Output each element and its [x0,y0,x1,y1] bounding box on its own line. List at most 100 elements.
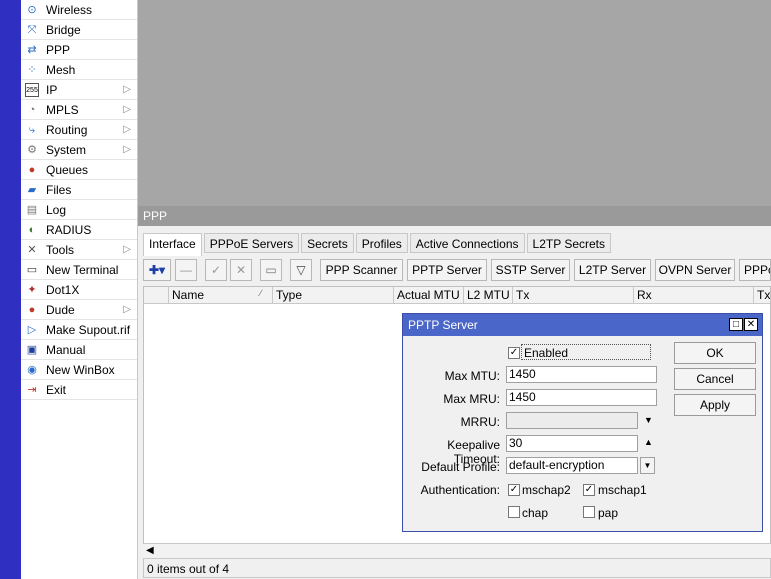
mrru-input[interactable] [506,412,638,429]
ppp-scanner-button[interactable]: PPP Scanner [320,259,403,281]
apply-button[interactable]: Apply [674,394,756,416]
tab-active-connections[interactable]: Active Connections [409,233,525,253]
menu-item-label: Wireless [46,3,93,17]
horizontal-scrollbar[interactable]: ◀ [143,543,771,558]
pap-label: pap [598,506,619,520]
tools-icon: ✕ [27,244,37,256]
menu-item-make-supout[interactable]: ▷ Make Supout.rif [21,320,137,340]
manual-icon: ▣ [26,344,38,356]
plus-icon: ✚▾ [148,263,166,277]
close-icon[interactable]: ✕ [744,318,758,331]
tab-secrets[interactable]: Secrets [301,233,354,253]
menu-item-manual[interactable]: ▣ Manual [21,340,137,360]
disable-button[interactable]: ✕ [230,259,252,281]
menu-item-label: Dude [46,303,75,317]
menu-item-new-winbox[interactable]: ◉ New WinBox [21,360,137,380]
files-icon: ▰ [27,184,37,196]
menu-item-label: New WinBox [46,363,115,377]
cancel-button[interactable]: Cancel [674,368,756,390]
scroll-left-arrow-icon[interactable]: ◀ [146,544,154,558]
mschap2-checkbox[interactable]: ✓ [508,484,520,496]
column-l2-mtu[interactable]: L2 MTU [463,287,512,303]
menu-item-label: Dot1X [46,283,80,297]
menu-item-routing[interactable]: ⤷ Routing ▷ [21,120,137,140]
menu-item-system[interactable]: ⚙ System ▷ [21,140,137,160]
menu-item-log[interactable]: ▤ Log [21,200,137,220]
tab-pppoe-servers[interactable]: PPPoE Servers [203,233,300,253]
sstp-server-button[interactable]: SSTP Server [491,259,570,281]
ok-button[interactable]: OK [674,342,756,364]
dialog-titlebar[interactable]: PPTP Server □ ✕ [403,314,762,336]
menu-item-dot1x[interactable]: ✦ Dot1X [21,280,137,300]
menu-item-label: Routing [46,123,88,137]
x-icon: ✕ [235,263,247,277]
mschap1-checkbox[interactable]: ✓ [583,484,595,496]
comment-button[interactable]: ▭ [260,259,282,281]
column-actual-mtu[interactable]: Actual MTU [393,287,463,303]
dude-icon: ● [28,304,36,316]
menu-item-dude[interactable]: ● Dude ▷ [21,300,137,320]
main-menu: ⊙ Wireless ⤧ Bridge ⇄ PPP ⁘ Mesh 255 IP ▷ ◔ MPL… [21,0,138,579]
menu-item-files[interactable]: ▰ Files [21,180,137,200]
menu-item-ip[interactable]: 255 IP ▷ [21,80,137,100]
menu-item-mpls[interactable]: ◔ MPLS ▷ [21,100,137,120]
menu-item-wireless[interactable]: ⊙ Wireless [21,0,137,20]
pptp-server-button[interactable]: PPTP Server [407,259,487,281]
enable-button[interactable]: ✓ [205,259,227,281]
ovpn-server-button[interactable]: OVPN Server [655,259,735,281]
l2tp-server-button[interactable]: L2TP Server [574,259,651,281]
menu-item-mesh[interactable]: ⁘ Mesh [21,60,137,80]
menu-item-tools[interactable]: ✕ Tools ▷ [21,240,137,260]
max-mtu-input[interactable]: 1450 [506,366,657,383]
menu-item-queues[interactable]: ● Queues [21,160,137,180]
menu-item-new-terminal[interactable]: ▭ New Terminal [21,260,137,280]
max-mru-label: Max MRU: [443,392,500,406]
pppoe-scan-button[interactable]: PPPoE Scan [739,259,771,281]
max-mru-input[interactable]: 1450 [506,389,657,406]
default-profile-select[interactable]: default-encryption [506,457,638,474]
mesh-icon: ⁘ [27,64,37,76]
profile-dropdown-icon[interactable]: ▼ [640,457,655,474]
winbox-side-strip [0,0,21,579]
menu-item-label: Make Supout.rif [46,323,131,337]
menu-item-label: Manual [46,343,86,357]
authentication-label: Authentication: [420,483,500,497]
sort-indicator-icon: ∕ [260,288,262,298]
log-icon: ▤ [26,204,38,216]
menu-item-radius[interactable]: ◐ RADIUS [21,220,137,240]
ppp-window-title[interactable]: PPP [138,206,771,226]
ip-icon: 255 [25,83,39,97]
tab-interface[interactable]: Interface [143,233,202,256]
column-rx[interactable]: Rx [633,287,753,303]
pap-checkbox[interactable] [583,506,595,518]
keepalive-timeout-input[interactable]: 30 [506,435,638,452]
mschap1-label: mschap1 [598,483,647,497]
maximize-icon[interactable]: □ [729,318,743,331]
menu-item-label: Queues [46,163,89,177]
chap-label: chap [522,506,549,520]
filter-button[interactable]: ▽ [290,259,312,281]
menu-item-label: Exit [46,383,67,397]
column-type[interactable]: Type [272,287,393,303]
chap-checkbox[interactable] [508,506,520,518]
tab-profiles[interactable]: Profiles [355,233,408,253]
terminal-icon: ▭ [26,264,38,276]
menu-item-exit[interactable]: ⇥ Exit [21,380,137,400]
exit-icon: ⇥ [27,384,37,396]
menu-item-bridge[interactable]: ⤧ Bridge [21,20,137,40]
submenu-arrow-icon: ▷ [123,124,131,135]
menu-item-ppp[interactable]: ⇄ PPP [21,40,137,60]
add-button[interactable]: ✚▾ [143,259,171,281]
menu-item-label: Log [46,203,67,217]
submenu-arrow-icon: ▷ [123,304,131,315]
ppp-icon: ⇄ [27,44,37,56]
remove-button[interactable]: — [175,259,197,281]
enabled-checkbox[interactable]: ✓ [508,347,520,359]
column-tx[interactable]: Tx [512,287,633,303]
column-name[interactable]: Name [168,287,272,303]
column-tx-packets[interactable]: Tx P [753,287,770,303]
winbox-icon: ◉ [27,364,37,376]
tab-l2tp-secrets[interactable]: L2TP Secrets [526,233,611,253]
keepalive-collapse-arrow-icon[interactable]: ▲ [644,437,653,447]
mrru-expand-arrow-icon[interactable]: ▼ [644,415,653,425]
